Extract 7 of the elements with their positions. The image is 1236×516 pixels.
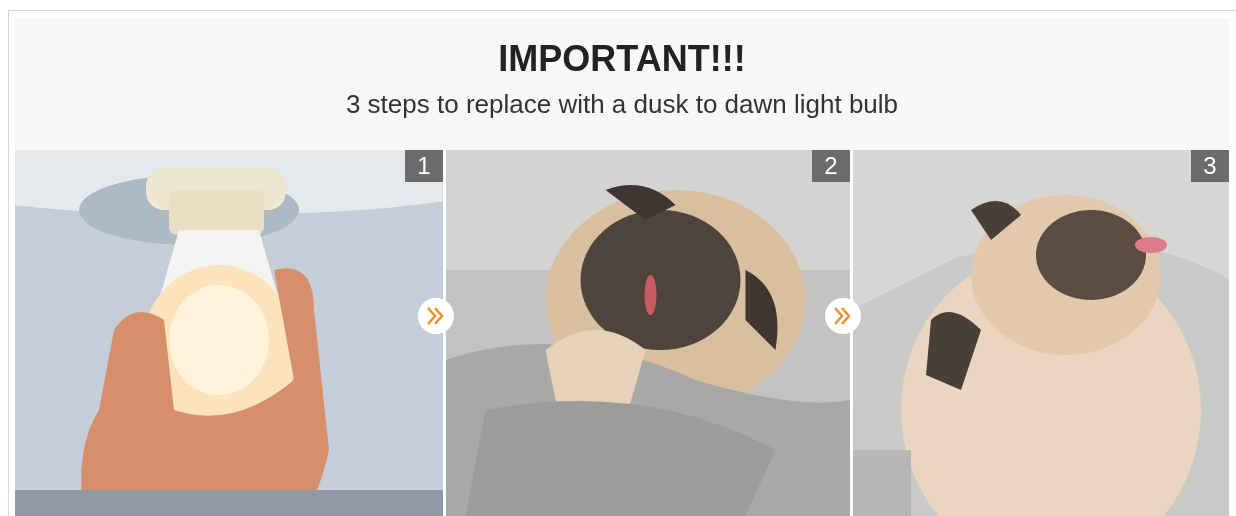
double-chevron-icon — [418, 298, 454, 334]
step-number: 2 — [812, 150, 850, 182]
step-number: 3 — [1191, 150, 1229, 182]
subtitle: 3 steps to replace with a dusk to dawn light bulb — [345, 88, 899, 120]
double-chevron-icon — [825, 298, 861, 334]
step-number: 1 — [405, 150, 443, 182]
title: IMPORTANT!!! — [498, 38, 746, 80]
